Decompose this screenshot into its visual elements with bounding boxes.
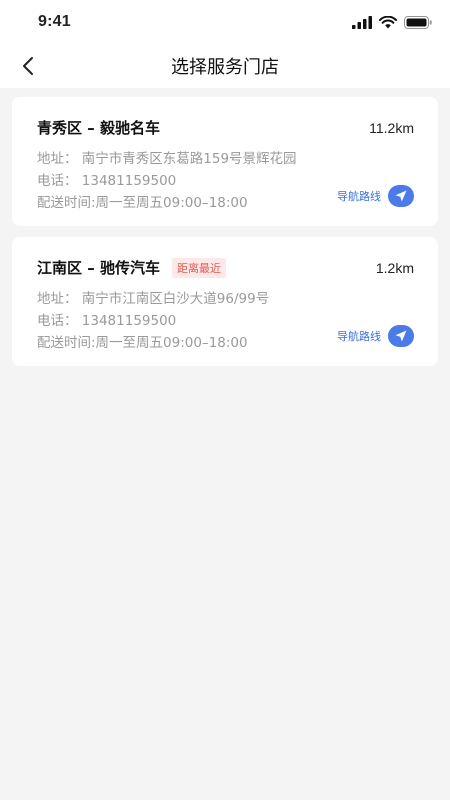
navigate-route-button[interactable]: 导航路线 xyxy=(337,325,414,347)
store-list: 青秀区 – 毅驰名车 11.2km 地址： 南宁市青秀区东葛路159号景辉花园 … xyxy=(0,88,450,366)
wifi-icon xyxy=(379,15,397,28)
navigate-route-button[interactable]: 导航路线 xyxy=(337,185,414,207)
store-phone[interactable]: 电话： 13481159500 xyxy=(37,169,176,189)
battery-icon xyxy=(404,15,432,29)
store-address: 地址： 南宁市青秀区东葛路159号景辉花园 xyxy=(37,151,297,167)
store-distance: 1.2km xyxy=(375,259,414,276)
back-button[interactable] xyxy=(14,52,42,80)
navigate-route-label: 导航路线 xyxy=(337,190,381,203)
store-hours: 配送时间:周一至周五09:00–18:00 xyxy=(37,195,248,211)
store-phone[interactable]: 电话： 13481159500 xyxy=(37,309,176,329)
navigate-route-label: 导航路线 xyxy=(337,330,381,343)
store-name-wrap: 江南区 – 驰传汽车 距离最近 xyxy=(37,257,226,278)
navigation-arrow-icon xyxy=(388,185,414,207)
chevron-left-icon xyxy=(23,57,33,75)
store-distance: 11.2km xyxy=(369,119,414,136)
store-hours: 配送时间:周一至周五09:00–18:00 xyxy=(37,335,248,351)
status-time: 9:41 xyxy=(38,13,71,30)
store-card-header: 江南区 – 驰传汽车 距离最近 1.2km xyxy=(37,257,414,278)
store-address: 地址： 南宁市江南区白沙大道96/99号 xyxy=(37,291,270,307)
store-card[interactable]: 青秀区 – 毅驰名车 11.2km 地址： 南宁市青秀区东葛路159号景辉花园 … xyxy=(12,97,438,226)
nav-bar: 选择服务门店 xyxy=(0,44,450,88)
signal-icon xyxy=(352,15,372,29)
store-card[interactable]: 江南区 – 驰传汽车 距离最近 1.2km 地址： 南宁市江南区白沙大道96/9… xyxy=(12,237,438,366)
store-name: 青秀区 – 毅驰名车 xyxy=(37,119,160,137)
status-bar: 9:41 xyxy=(0,0,450,44)
nearest-badge: 距离最近 xyxy=(171,257,226,278)
store-name-wrap: 青秀区 – 毅驰名车 xyxy=(37,117,160,138)
navigation-arrow-icon xyxy=(388,325,414,347)
status-icons xyxy=(352,15,432,29)
store-card-header: 青秀区 – 毅驰名车 11.2km xyxy=(37,117,414,138)
page-title: 选择服务门店 xyxy=(171,57,279,78)
store-name: 江南区 – 驰传汽车 xyxy=(37,259,160,277)
